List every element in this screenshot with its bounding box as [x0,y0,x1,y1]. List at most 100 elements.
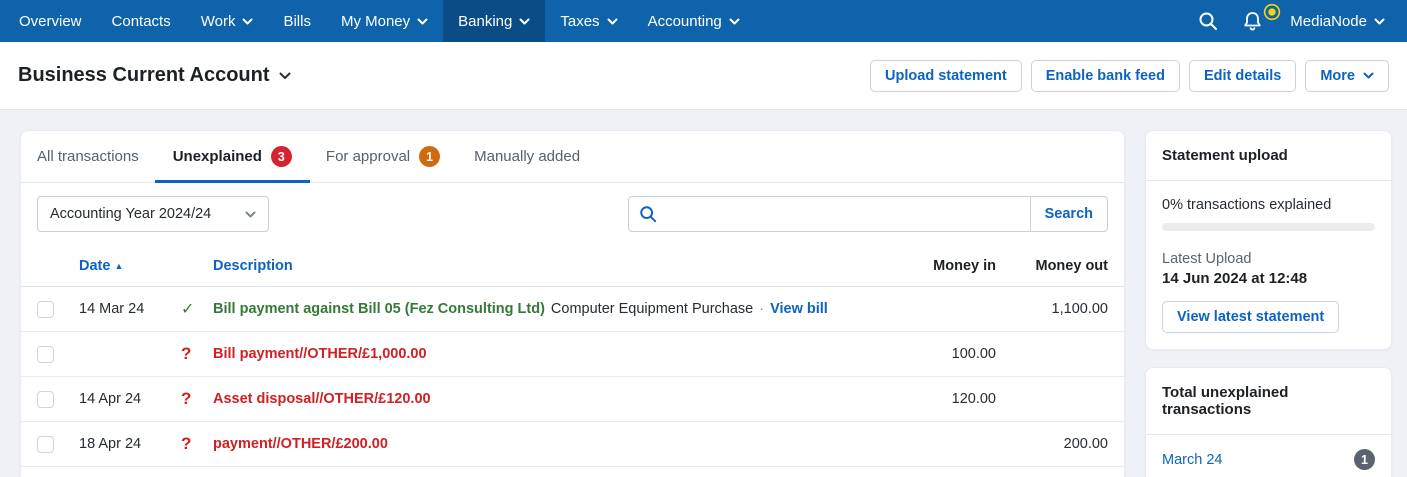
statement-upload-card: Statement upload 0% transactions explain… [1145,130,1392,350]
nav-label: Banking [458,12,513,30]
chevron-down-icon [607,18,618,24]
nav-label: Overview [19,12,82,30]
nav-item-taxes[interactable]: Taxes [545,0,632,42]
chevron-down-icon [417,18,428,24]
chevron-down-icon [242,18,253,24]
transaction-date: 14 Apr 24 [79,391,142,407]
filter-row: Accounting Year 2024/24 Search [21,183,1124,245]
tab-all-transactions[interactable]: All transactions [37,131,139,182]
nav-item-my-money[interactable]: My Money [326,0,443,42]
row-checkbox[interactable] [37,435,54,453]
search-group: Search [628,196,1108,232]
transactions-card: All transactions Unexplained 3 For appro… [20,130,1125,477]
nav-search-button[interactable] [1186,0,1230,42]
tab-label: Unexplained [172,148,262,165]
chevron-down-icon [729,18,740,24]
enable-bank-feed-button[interactable]: Enable bank feed [1030,59,1180,92]
latest-upload-label: Latest Upload [1162,251,1252,267]
transaction-description: payment//OTHER/£200.00 [213,436,884,452]
column-date: Date [79,257,111,274]
table-header-row: Date ▲ Description Money in Money out [21,245,1124,287]
accounting-year-value: Accounting Year 2024/24 [50,206,212,222]
unexplained-count-badge: 3 [270,146,292,167]
statement-upload-title: Statement upload [1146,131,1391,181]
nav-notifications-button[interactable] [1230,0,1281,42]
explained-check-icon: ✓ [181,301,195,318]
nav-label: Taxes [560,12,600,30]
sort-asc-icon: ▲ [114,260,124,271]
nav-item-contacts[interactable]: Contacts [97,0,186,42]
nav-item-work[interactable]: Work [186,0,269,42]
transactions-explained-label: 0% transactions explained [1162,197,1332,213]
view-bill-link[interactable]: View bill [770,301,828,317]
more-button[interactable]: More [1305,59,1389,92]
money-in-value: 120.00 [951,391,996,407]
transaction-description: Bill payment against Bill 05 (Fez Consul… [213,301,884,317]
nav-item-bills[interactable]: Bills [268,0,326,42]
money-out-value: 200.00 [1063,436,1108,452]
table-row: ? Bill payment//OTHER/£1,000.00 100.00 [21,332,1124,377]
month-count-badge: 1 [1354,449,1375,470]
explained-progress-bar [1162,223,1375,231]
transactions-tabs: All transactions Unexplained 3 For appro… [21,131,1124,183]
unexplained-summary-card: Total unexplained transactions March 24 … [1145,367,1392,477]
row-checkbox[interactable] [37,390,54,408]
nav-item-accounting[interactable]: Accounting [633,0,755,42]
transaction-title-link[interactable]: payment//OTHER/£200.00 [213,436,388,452]
edit-details-button[interactable]: Edit details [1188,59,1297,92]
content-area: All transactions Unexplained 3 For appro… [0,110,1407,477]
transaction-title-link[interactable]: Asset disposal//OTHER/£120.00 [213,391,431,407]
nav-label: Bills [283,12,311,30]
tab-label: All transactions [37,148,139,165]
money-in-value: 100.00 [951,346,996,362]
sort-by-date[interactable]: Date ▲ [79,258,181,274]
money-out-value: 1,100.00 [1051,301,1108,317]
nav-label: Contacts [111,12,171,30]
chevron-down-icon [279,72,291,79]
separator-dot: · [759,301,765,317]
column-money-in: Money in [933,257,996,274]
row-checkbox[interactable] [37,345,54,363]
header-actions: Upload statement Enable bank feed Edit d… [870,59,1389,92]
upload-statement-button[interactable]: Upload statement [870,59,1022,92]
unexplained-summary-title: Total unexplained transactions [1146,368,1391,435]
transaction-description: Asset disposal//OTHER/£120.00 [213,391,884,407]
search-box [628,196,1031,232]
bell-icon [1244,12,1261,31]
tab-unexplained[interactable]: Unexplained 3 [154,131,311,183]
tab-for-approval[interactable]: For approval 1 [326,131,441,182]
nav-label: Accounting [647,12,722,30]
transaction-subtitle: Computer Equipment Purchase [550,301,754,317]
search-button[interactable]: Search [1030,196,1108,232]
nav-item-banking[interactable]: Banking [443,0,546,42]
search-icon [640,206,657,223]
account-title-dropdown[interactable]: Business Current Account [18,64,291,87]
chevron-down-icon [1374,18,1385,24]
view-latest-statement-button[interactable]: View latest statement [1162,301,1340,333]
nav-label: Work [200,12,236,30]
table-row: 14 Mar 24 ✓ Bill payment against Bill 05… [21,287,1124,332]
transaction-title-link[interactable]: Bill payment//OTHER/£1,000.00 [213,346,427,362]
sort-by-description[interactable]: Description [213,258,884,274]
column-money-out: Money out [1035,257,1109,274]
row-checkbox[interactable] [37,300,54,318]
list-item: March 24 1 [1162,449,1375,470]
chevron-down-icon [1363,72,1374,79]
more-button-label: More [1320,67,1355,84]
month-link-march[interactable]: March 24 [1162,452,1222,468]
top-navigation: Overview Contacts Work Bills My Money Ba… [0,0,1407,42]
page-title: Business Current Account [18,64,270,86]
tab-manually-added[interactable]: Manually added [474,131,580,182]
user-menu-label: MediaNode [1290,12,1367,30]
search-input[interactable] [665,206,1020,222]
transaction-title-link[interactable]: Bill payment against Bill 05 (Fez Consul… [213,301,545,317]
chevron-down-icon [519,18,530,24]
user-menu[interactable]: MediaNode [1275,0,1407,42]
notification-badge-icon [1264,3,1281,21]
unexplained-question-icon: ? [181,344,192,363]
nav-item-overview[interactable]: Overview [4,0,97,42]
unexplained-question-icon: ? [181,434,192,453]
unexplained-question-icon: ? [181,389,192,408]
transaction-date: 18 Apr 24 [79,436,142,452]
accounting-year-select[interactable]: Accounting Year 2024/24 [37,196,269,232]
